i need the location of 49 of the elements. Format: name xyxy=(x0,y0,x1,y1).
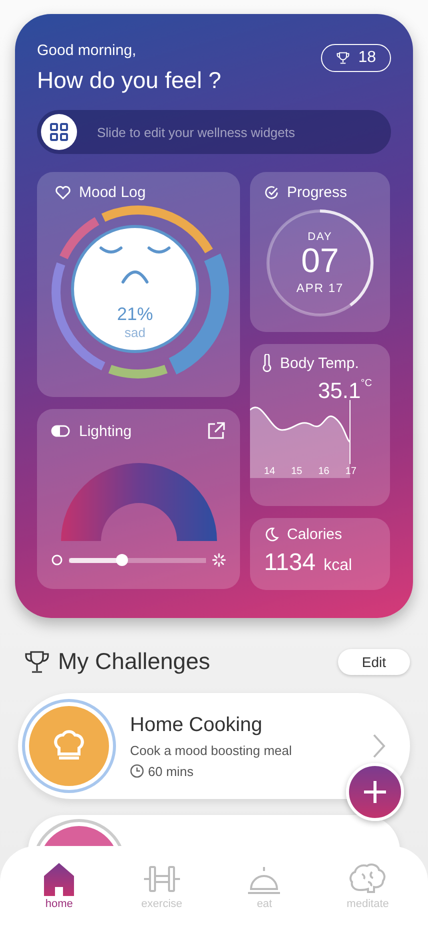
temperature-value: 35.1 xyxy=(318,378,361,404)
progress-card[interactable]: Progress DAY 07 APR 17 xyxy=(250,172,390,332)
slider-thumb[interactable] xyxy=(116,554,128,566)
date-text: APR 17 xyxy=(296,280,344,295)
widget-edit-slider[interactable]: Slide to edit your wellness widgets xyxy=(37,110,391,154)
edit-button[interactable]: Edit xyxy=(338,648,410,674)
mood-percent: 21% xyxy=(116,304,154,325)
card-title: Calories xyxy=(287,526,342,543)
card-title: Mood Log xyxy=(79,184,146,201)
moon-icon xyxy=(264,527,279,542)
dim-icon xyxy=(51,554,63,566)
mood-label: sad xyxy=(124,325,146,340)
external-link-icon[interactable] xyxy=(206,421,226,441)
trophy-icon xyxy=(336,51,350,65)
lighting-card[interactable]: Lighting xyxy=(37,409,240,589)
day-number: 07 xyxy=(301,243,339,281)
axis-label: 17 xyxy=(345,466,356,477)
trophy-icon xyxy=(24,648,50,674)
challenge-description: Cook a mood boosting meal xyxy=(130,742,293,758)
bright-icon xyxy=(212,553,226,567)
thermometer-icon xyxy=(262,354,272,372)
axis-label: 14 xyxy=(264,466,276,477)
mood-log-card[interactable]: Mood Log 21% sad xyxy=(37,172,240,397)
calories-value: 1134 xyxy=(264,549,316,577)
calories-card[interactable]: Calories 1134 kcal xyxy=(250,518,390,590)
card-title: Lighting xyxy=(79,422,132,440)
page-title: How do you feel ? xyxy=(37,67,222,94)
calories-unit: kcal xyxy=(324,557,352,575)
brain-icon xyxy=(348,862,388,896)
nav-tab[interactable]: home xyxy=(33,861,86,911)
axis-label: 15 xyxy=(291,466,302,477)
day-label: DAY xyxy=(308,231,332,244)
grid-icon xyxy=(49,122,69,142)
section-title: My Challenges xyxy=(58,648,210,675)
pill-icon xyxy=(51,424,71,438)
heart-icon xyxy=(55,185,71,200)
plus-icon xyxy=(362,779,388,805)
card-title: Body Temp. xyxy=(280,354,359,372)
duration-text: 60 mins xyxy=(148,764,194,778)
slider-knob[interactable] xyxy=(41,114,77,150)
axis-label: 16 xyxy=(318,466,330,477)
challenge-title: Home Cooking xyxy=(130,714,264,736)
card-title: Progress xyxy=(287,184,348,201)
trophy-count-button[interactable]: 18 xyxy=(321,44,391,72)
greeting-text: Good morning, xyxy=(37,42,138,59)
slider-hint: Slide to edit your wellness widgets xyxy=(97,124,295,140)
challenge-card[interactable]: Home Cooking Cook a mood boosting meal 60 mins xyxy=(18,693,410,799)
clock-icon xyxy=(130,764,144,778)
temperature-unit: °C xyxy=(360,378,372,391)
